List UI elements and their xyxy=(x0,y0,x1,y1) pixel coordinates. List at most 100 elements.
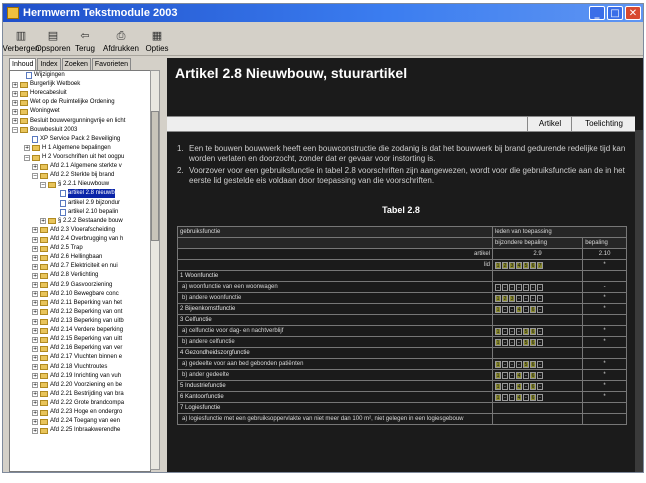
book-icon xyxy=(40,263,48,270)
expand-icon[interactable]: + xyxy=(32,263,38,270)
tree-item[interactable]: artikel 2.8 nieuwb xyxy=(10,189,150,199)
expand-icon[interactable]: + xyxy=(32,282,38,289)
tab-artikel[interactable]: Artikel xyxy=(527,117,572,131)
tree-item[interactable]: + Afd 2.16 Beperking van ver xyxy=(10,344,150,353)
tree-item[interactable]: + Afd 2.24 Toegang van een xyxy=(10,417,150,426)
tab-inhoud[interactable]: Inhoud xyxy=(9,58,37,70)
tree-item[interactable]: − H 2 Voorschriften uit het oogpu xyxy=(10,153,150,162)
tab-toelichting[interactable]: Toelichting xyxy=(571,117,636,131)
tree-item[interactable]: − Bouwbesluit 2003 xyxy=(10,126,150,135)
terug-button[interactable]: ⇦ Terug xyxy=(69,30,101,55)
tree-item[interactable]: + Afd 2.6 Hellingbaan xyxy=(10,253,150,262)
tree-item[interactable]: + Afd 2.8 Verlichting xyxy=(10,271,150,280)
expand-icon[interactable]: + xyxy=(32,227,38,234)
tree-item[interactable]: + Woningwet xyxy=(10,107,150,116)
tree-item[interactable]: + Afd 2.3 Vloerafscheiding xyxy=(10,226,150,235)
tree-item[interactable]: + Afd 2.1 Algemene sterkte v xyxy=(10,162,150,171)
opsporen-button[interactable]: ▤ Opsporen xyxy=(35,30,70,55)
expand-icon[interactable]: + xyxy=(32,291,38,298)
lid-codes: 1234567 xyxy=(495,261,580,269)
tree-item[interactable]: + Afd 2.5 Trap xyxy=(10,244,150,253)
header-cell xyxy=(177,237,493,249)
contents-tree[interactable]: Wijzigingen + Burgerlijk Wetboek + Horecabes… xyxy=(9,70,151,472)
tree-item[interactable]: XP Service Pack 2 Beveiliging xyxy=(10,135,150,144)
expand-icon[interactable]: + xyxy=(32,236,38,243)
expand-icon[interactable]: + xyxy=(32,418,38,425)
tree-item[interactable]: + Afd 2.7 Elektriciteit en nui xyxy=(10,262,150,271)
expand-icon[interactable]: + xyxy=(32,272,38,279)
tree-item[interactable]: + Wet op de Ruimtelijke Ordening xyxy=(10,98,150,107)
expand-icon[interactable]: + xyxy=(32,409,38,416)
close-button[interactable]: ✕ xyxy=(625,6,641,20)
expand-icon[interactable]: + xyxy=(32,382,38,389)
opties-button[interactable]: ▦ Opties xyxy=(141,30,173,55)
collapse-icon[interactable]: − xyxy=(24,154,30,161)
expand-icon[interactable]: + xyxy=(32,318,38,325)
expand-icon[interactable]: + xyxy=(32,336,38,343)
tree-item[interactable]: artikel 2.9 bijzondur xyxy=(10,199,150,208)
verbergen-button[interactable]: ▥ Verbergen xyxy=(3,30,39,55)
expand-icon[interactable]: + xyxy=(32,254,38,261)
expand-icon[interactable]: + xyxy=(32,327,38,334)
tree-item[interactable]: + Afd 2.22 Grote brandcompa xyxy=(10,399,150,408)
expand-icon[interactable]: + xyxy=(12,108,18,115)
tree-item[interactable]: + Besluit bouwvergunningvrije en licht xyxy=(10,117,150,126)
expand-icon[interactable]: + xyxy=(32,163,38,170)
tree-item[interactable]: + Afd 2.15 Beperking van uitt xyxy=(10,335,150,344)
codes-cell: 1--4-6- xyxy=(491,369,584,381)
expand-icon[interactable]: + xyxy=(24,145,30,152)
tree-item[interactable]: + H 1 Algemene bepalingen xyxy=(10,144,150,153)
expand-icon[interactable]: + xyxy=(12,99,18,106)
expand-icon[interactable]: + xyxy=(32,354,38,361)
tree-item[interactable]: + Afd 2.19 Inrichting van vuh xyxy=(10,372,150,381)
maximize-button[interactable]: □ xyxy=(607,6,623,20)
tree-item[interactable]: + Afd 2.12 Beperking van ont xyxy=(10,308,150,317)
tree-item[interactable]: + Burgerlijk Wetboek xyxy=(10,80,150,89)
tree-item[interactable]: + Afd 2.14 Verdere beperking xyxy=(10,326,150,335)
expand-icon[interactable]: + xyxy=(32,364,38,371)
afdrukken-button[interactable]: ⎙ Afdrukken xyxy=(101,30,141,55)
tree-item[interactable]: + Afd 2.23 Hoge en ondergro xyxy=(10,408,150,417)
minimize-button[interactable]: _ xyxy=(589,6,605,20)
header-cell: 2.9 xyxy=(491,248,584,260)
expand-icon[interactable]: + xyxy=(32,373,38,380)
expand-icon[interactable]: + xyxy=(32,400,38,407)
collapse-icon[interactable]: − xyxy=(40,181,46,188)
collapse-icon[interactable]: − xyxy=(32,172,38,179)
expand-icon[interactable]: + xyxy=(32,391,38,398)
tree-item[interactable]: artikel 2.10 bepalin xyxy=(10,208,150,217)
tree-item[interactable]: + Afd 2.10 Bewegbare conc xyxy=(10,290,150,299)
collapse-icon[interactable]: − xyxy=(12,127,18,134)
tree-item[interactable]: + Afd 2.9 Gasvoorziening xyxy=(10,281,150,290)
tree-item[interactable]: + Afd 2.13 Beperking van uitb xyxy=(10,317,150,326)
tree-item[interactable]: + Afd 2.11 Beperking van het xyxy=(10,299,150,308)
tree-item[interactable]: + § 2.2.2 Bestaande bouw xyxy=(10,217,150,226)
expand-icon[interactable]: + xyxy=(12,81,18,88)
tree-item[interactable]: − § 2.2.1 Nieuwbouw xyxy=(10,180,150,189)
tree-item[interactable]: + Afd 2.25 Inbraakwerendhe xyxy=(10,426,150,435)
tree-scrollbar[interactable] xyxy=(150,70,160,470)
expand-icon[interactable]: + xyxy=(32,309,38,316)
expand-icon[interactable]: + xyxy=(32,345,38,352)
content-scrollbar[interactable] xyxy=(635,130,643,472)
tree-scroll-thumb[interactable] xyxy=(151,111,159,241)
expand-icon[interactable]: + xyxy=(12,118,18,125)
expand-icon[interactable]: + xyxy=(32,245,38,252)
tree-item[interactable]: + Afd 2.20 Voorziening en be xyxy=(10,381,150,390)
tree-item[interactable]: Wijzigingen xyxy=(10,71,150,80)
tree-item[interactable]: + Afd 2.4 Overbrugging van h xyxy=(10,235,150,244)
tree-item[interactable]: + Afd 2.18 Vluchtroutes xyxy=(10,363,150,372)
tab-favorieten[interactable]: Favorieten xyxy=(91,58,131,70)
expand-icon[interactable]: + xyxy=(32,300,38,307)
page-title: Artikel 2.8 Nieuwbouw, stuurartikel xyxy=(175,65,408,81)
table-row: 4 Gezondheidszorgfunctie xyxy=(177,347,627,359)
tree-item[interactable]: − Afd 2.2 Sterkte bij brand xyxy=(10,171,150,180)
expand-icon[interactable]: + xyxy=(32,427,38,434)
tree-item[interactable]: + Horecabesluit xyxy=(10,89,150,98)
tree-item[interactable]: + Afd 2.17 Vluchten binnen e xyxy=(10,353,150,362)
tree-item[interactable]: + Afd 2.21 Bestrijding van bra xyxy=(10,390,150,399)
tab-zoeken[interactable]: Zoeken xyxy=(61,58,91,70)
expand-icon[interactable]: + xyxy=(40,218,46,225)
tab-index[interactable]: Index xyxy=(37,58,61,70)
expand-icon[interactable]: + xyxy=(12,90,18,97)
